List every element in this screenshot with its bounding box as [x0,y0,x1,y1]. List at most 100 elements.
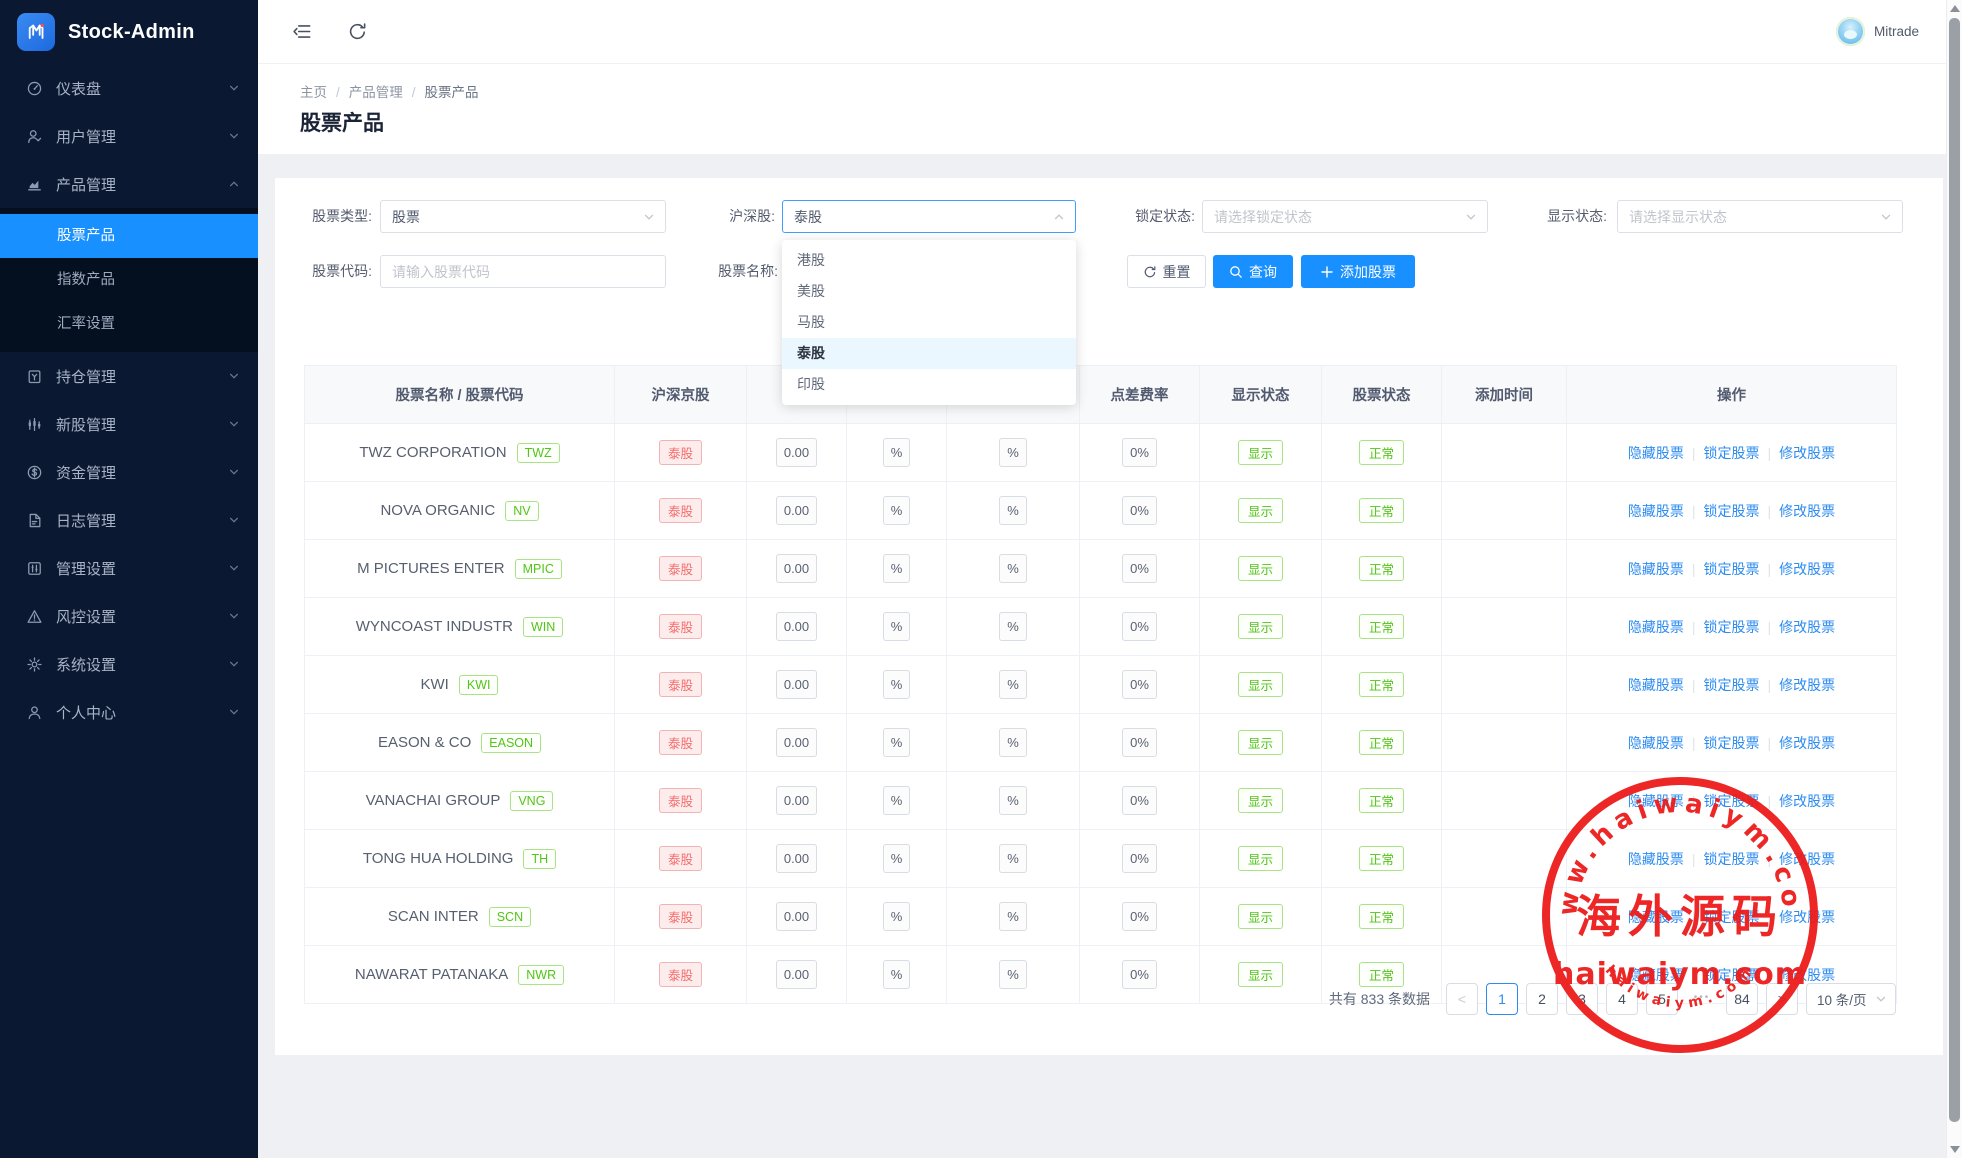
point-fee-input[interactable]: 0% [1122,612,1157,641]
edit-stock-link[interactable]: 修改股票 [1779,735,1835,751]
pagination-next-button[interactable]: > [1766,983,1798,1015]
add-stock-button[interactable]: 添加股票 [1301,255,1415,288]
edit-stock-link[interactable]: 修改股票 [1779,793,1835,809]
lock-stock-link[interactable]: 锁定股票 [1704,967,1760,983]
spread-input[interactable]: 0.00 [776,612,817,641]
sidebar-item-new-stocks[interactable]: 新股管理 [0,400,258,448]
user-menu[interactable]: Mitrade [1836,17,1919,46]
spread-input[interactable]: 0.00 [776,786,817,815]
edit-stock-link[interactable]: 修改股票 [1779,619,1835,635]
dropdown-option-2[interactable]: 美股 [782,276,1076,307]
dropdown-option-1[interactable]: 港股 [782,245,1076,276]
lock-status-select[interactable]: 请选择锁定状态 [1202,200,1488,233]
spread-input[interactable]: 0.00 [776,844,817,873]
menu-fold-button[interactable] [292,21,313,42]
fee-input[interactable]: % [883,844,911,873]
lock-stock-link[interactable]: 锁定股票 [1704,851,1760,867]
reset-button[interactable]: 重置 [1127,255,1206,288]
point-fee-input[interactable]: 0% [1122,670,1157,699]
sidebar-subitem-index-products[interactable]: 指数产品 [0,258,258,302]
app-logo[interactable]: Stock-Admin [0,0,258,64]
pagination-page-4[interactable]: 4 [1606,983,1638,1015]
fee-input[interactable]: % [883,902,911,931]
refresh-button[interactable] [347,21,368,42]
pagination-page-1[interactable]: 1 [1486,983,1518,1015]
sidebar-item-products[interactable]: 产品管理 [0,160,258,208]
fee-input[interactable]: % [999,554,1027,583]
hide-stock-link[interactable]: 隐藏股票 [1628,619,1684,635]
hide-stock-link[interactable]: 隐藏股票 [1628,851,1684,867]
scrollbar[interactable] [1946,0,1962,1158]
lock-stock-link[interactable]: 锁定股票 [1704,735,1760,751]
sidebar-item-logs[interactable]: 日志管理 [0,496,258,544]
spread-input[interactable]: 0.00 [776,728,817,757]
fee-input[interactable]: % [999,438,1027,467]
market-select[interactable]: 泰股 [782,200,1076,233]
scrollbar-thumb[interactable] [1949,18,1960,1122]
search-button[interactable]: 查询 [1213,255,1293,288]
display-status-select[interactable]: 请选择显示状态 [1617,200,1903,233]
page-size-select[interactable]: 10 条/页 [1806,983,1896,1015]
point-fee-input[interactable]: 0% [1122,554,1157,583]
fee-input[interactable]: % [883,554,911,583]
pagination-prev-button[interactable]: < [1446,983,1478,1015]
lock-stock-link[interactable]: 锁定股票 [1704,561,1760,577]
point-fee-input[interactable]: 0% [1122,496,1157,525]
fee-input[interactable]: % [999,844,1027,873]
pagination-page-5[interactable]: 5 [1646,983,1678,1015]
hide-stock-link[interactable]: 隐藏股票 [1628,561,1684,577]
edit-stock-link[interactable]: 修改股票 [1779,445,1835,461]
lock-stock-link[interactable]: 锁定股票 [1704,909,1760,925]
hide-stock-link[interactable]: 隐藏股票 [1628,967,1684,983]
stock-code-input[interactable] [380,255,666,288]
point-fee-input[interactable]: 0% [1122,786,1157,815]
fee-input[interactable]: % [999,902,1027,931]
fee-input[interactable]: % [999,670,1027,699]
hide-stock-link[interactable]: 隐藏股票 [1628,503,1684,519]
dropdown-option-4[interactable]: 泰股 [782,338,1076,369]
spread-input[interactable]: 0.00 [776,438,817,467]
sidebar-item-risk-settings[interactable]: 风控设置 [0,592,258,640]
fee-input[interactable]: % [883,438,911,467]
point-fee-input[interactable]: 0% [1122,438,1157,467]
edit-stock-link[interactable]: 修改股票 [1779,851,1835,867]
fee-input[interactable]: % [999,496,1027,525]
sidebar-subitem-stock-products[interactable]: 股票产品 [0,214,258,258]
pagination-page-3[interactable]: 3 [1566,983,1598,1015]
edit-stock-link[interactable]: 修改股票 [1779,677,1835,693]
hide-stock-link[interactable]: 隐藏股票 [1628,445,1684,461]
spread-input[interactable]: 0.00 [776,554,817,583]
scrollbar-up-arrow[interactable] [1950,5,1960,12]
spread-input[interactable]: 0.00 [776,670,817,699]
hide-stock-link[interactable]: 隐藏股票 [1628,793,1684,809]
sidebar-item-profile[interactable]: 个人中心 [0,688,258,736]
fee-input[interactable]: % [999,728,1027,757]
sidebar-item-funds[interactable]: 资金管理 [0,448,258,496]
spread-input[interactable]: 0.00 [776,902,817,931]
sidebar-item-system-settings[interactable]: 系统设置 [0,640,258,688]
sidebar-item-users[interactable]: 用户管理 [0,112,258,160]
edit-stock-link[interactable]: 修改股票 [1779,967,1835,983]
sidebar-item-admin-settings[interactable]: 管理设置 [0,544,258,592]
pagination-page-84[interactable]: 84 [1726,983,1758,1015]
sidebar-subitem-exchange-rate[interactable]: 汇率设置 [0,302,258,346]
hide-stock-link[interactable]: 隐藏股票 [1628,909,1684,925]
lock-stock-link[interactable]: 锁定股票 [1704,619,1760,635]
fee-input[interactable]: % [883,612,911,641]
fee-input[interactable]: % [999,612,1027,641]
point-fee-input[interactable]: 0% [1122,902,1157,931]
lock-stock-link[interactable]: 锁定股票 [1704,793,1760,809]
edit-stock-link[interactable]: 修改股票 [1779,503,1835,519]
fee-input[interactable]: % [999,786,1027,815]
fee-input[interactable]: % [883,728,911,757]
pagination-page-2[interactable]: 2 [1526,983,1558,1015]
edit-stock-link[interactable]: 修改股票 [1779,561,1835,577]
fee-input[interactable]: % [883,496,911,525]
scrollbar-down-arrow[interactable] [1950,1146,1960,1153]
lock-stock-link[interactable]: 锁定股票 [1704,445,1760,461]
breadcrumb-home[interactable]: 主页 [300,85,327,100]
breadcrumb-products[interactable]: 产品管理 [349,85,403,100]
point-fee-input[interactable]: 0% [1122,844,1157,873]
lock-stock-link[interactable]: 锁定股票 [1704,503,1760,519]
spread-input[interactable]: 0.00 [776,496,817,525]
